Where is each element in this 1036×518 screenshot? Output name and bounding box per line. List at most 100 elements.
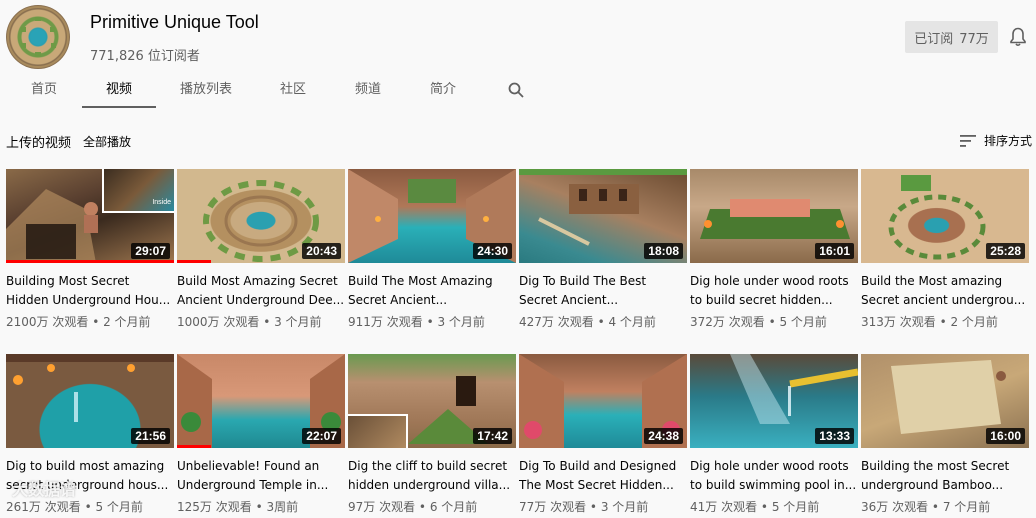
meta-separator: •: [760, 500, 768, 514]
video-age: 5 个月前: [771, 500, 820, 514]
video-thumbnail[interactable]: 25:28: [861, 169, 1029, 263]
watermark: 大数据谱: [12, 480, 77, 499]
video-title[interactable]: Dig To Build The Best Secret Ancient...: [519, 272, 687, 310]
subscriber-count: 771,826 位订阅者: [90, 49, 200, 64]
video-meta: 1000万 次观看 • 3 个月前: [177, 313, 345, 330]
video-age: 2 个月前: [103, 315, 151, 329]
video-title[interactable]: Dig hole under wood roots to build secre…: [690, 272, 858, 310]
sort-label: 排序方式: [984, 134, 1033, 148]
video-title[interactable]: Building Most Secret Hidden Underground …: [6, 272, 174, 310]
video-views: 427万 次观看: [519, 315, 594, 329]
channel-avatar[interactable]: [6, 5, 70, 69]
video-thumbnail[interactable]: Inside 29:07: [6, 169, 174, 263]
video-title[interactable]: Build the Most amazing Secret ancient un…: [861, 272, 1029, 310]
video-card[interactable]: 16:01 Dig hole under wood roots to build…: [690, 169, 858, 330]
bell-icon[interactable]: [1009, 27, 1027, 47]
video-age: 3 个月前: [437, 315, 485, 329]
video-card[interactable]: Inside 29:07 Building Most Secret Hidden…: [6, 169, 174, 330]
meta-separator: •: [426, 315, 434, 329]
video-thumbnail[interactable]: 16:00: [861, 354, 1029, 448]
video-duration: 24:30: [473, 243, 512, 259]
sort-button[interactable]: 排序方式: [960, 132, 1032, 149]
video-duration: 24:38: [644, 428, 683, 444]
uploads-title[interactable]: 上传的视频: [6, 132, 71, 151]
video-duration: 18:08: [644, 243, 683, 259]
video-thumbnail[interactable]: 21:56: [6, 354, 174, 448]
video-card[interactable]: 24:30 Build The Most Amazing Secret Anci…: [348, 169, 516, 330]
video-views: 41万 次观看: [690, 500, 758, 514]
video-age: 5 个月前: [779, 315, 827, 329]
video-meta: 77万 次观看 • 3 个月前: [519, 498, 687, 515]
meta-separator: •: [768, 315, 776, 329]
video-title[interactable]: Build Most Amazing Secret Ancient Underg…: [177, 272, 345, 310]
video-duration: 22:07: [302, 428, 341, 444]
video-card[interactable]: 18:08 Dig To Build The Best Secret Ancie…: [519, 169, 687, 330]
video-meta: 2100万 次观看 • 2 个月前: [6, 313, 174, 330]
video-card[interactable]: 22:07 Unbelievable! Found an Underground…: [177, 354, 345, 515]
meta-separator: •: [931, 500, 939, 514]
video-duration: 21:56: [131, 428, 170, 444]
video-views: 77万 次观看: [519, 500, 587, 514]
video-section: 上传的视频 全部播放 排序方式 Inside 29:07 Building Mo…: [0, 110, 1036, 518]
video-views: 97万 次观看: [348, 500, 416, 514]
video-meta: 41万 次观看 • 5 个月前: [690, 498, 858, 515]
subscribed-button[interactable]: 已订阅 77万: [905, 21, 998, 53]
video-duration: 20:43: [302, 243, 341, 259]
video-views: 372万 次观看: [690, 315, 765, 329]
video-meta: 97万 次观看 • 6 个月前: [348, 498, 516, 515]
video-thumbnail[interactable]: 24:38: [519, 354, 687, 448]
video-thumbnail[interactable]: 24:30: [348, 169, 516, 263]
video-age: 3 个月前: [274, 315, 322, 329]
video-meta: 372万 次观看 • 5 个月前: [690, 313, 858, 330]
tab-playlists[interactable]: 播放列表: [174, 72, 238, 108]
video-duration: 17:42: [473, 428, 512, 444]
meta-separator: •: [589, 500, 597, 514]
channel-header: Primitive Unique Tool 771,826 位订阅者 已订阅 7…: [0, 0, 1036, 110]
video-meta: 36万 次观看 • 7 个月前: [861, 498, 1029, 515]
play-all-button[interactable]: 全部播放: [83, 133, 131, 150]
tab-home[interactable]: 首页: [20, 72, 68, 108]
video-title[interactable]: Build The Most Amazing Secret Ancient...: [348, 272, 516, 310]
video-card[interactable]: 25:28 Build the Most amazing Secret anci…: [861, 169, 1029, 330]
video-views: 36万 次观看: [861, 500, 929, 514]
video-thumbnail[interactable]: 16:01: [690, 169, 858, 263]
search-icon[interactable]: [508, 82, 524, 98]
video-thumbnail[interactable]: 13:33: [690, 354, 858, 448]
video-title[interactable]: Dig the cliff to build secret hidden und…: [348, 457, 516, 495]
video-thumbnail[interactable]: 18:08: [519, 169, 687, 263]
watch-progress-bar: [6, 260, 174, 263]
channel-name[interactable]: Primitive Unique Tool: [90, 12, 259, 33]
meta-separator: •: [939, 315, 947, 329]
watch-progress-bar: [177, 445, 211, 448]
video-card[interactable]: 24:38 Dig To Build and Designed The Most…: [519, 354, 687, 515]
tab-community[interactable]: 社区: [270, 72, 316, 108]
video-card[interactable]: 17:42 Dig the cliff to build secret hidd…: [348, 354, 516, 515]
video-title[interactable]: Unbelievable! Found an Underground Templ…: [177, 457, 345, 495]
video-views: 261万 次观看: [6, 500, 81, 514]
video-title[interactable]: Dig hole under wood roots to build swimm…: [690, 457, 858, 495]
video-age: 6 个月前: [429, 500, 478, 514]
tab-videos[interactable]: 视频: [82, 72, 156, 108]
video-card[interactable]: 16:00 Building the most Secret undergrou…: [861, 354, 1029, 515]
video-views: 125万 次观看: [177, 500, 252, 514]
video-views: 911万 次观看: [348, 315, 423, 329]
video-thumbnail[interactable]: 17:42: [348, 354, 516, 448]
video-duration: 16:00: [986, 428, 1025, 444]
video-duration: 16:01: [815, 243, 854, 259]
video-title[interactable]: Building the most Secret underground Bam…: [861, 457, 1029, 495]
video-title[interactable]: Dig To Build and Designed The Most Secre…: [519, 457, 687, 495]
tab-about[interactable]: 简介: [420, 72, 466, 108]
video-card[interactable]: 13:33 Dig hole under wood roots to build…: [690, 354, 858, 515]
video-duration: 29:07: [131, 243, 170, 259]
sort-icon: [960, 134, 976, 147]
video-thumbnail[interactable]: 22:07: [177, 354, 345, 448]
meta-separator: •: [92, 315, 100, 329]
video-meta: 911万 次观看 • 3 个月前: [348, 313, 516, 330]
tab-channels[interactable]: 频道: [345, 72, 391, 108]
video-views: 313万 次观看: [861, 315, 936, 329]
watch-progress-bar: [177, 260, 211, 263]
thumbnail-inset: [102, 169, 174, 213]
video-card[interactable]: 20:43 Build Most Amazing Secret Ancient …: [177, 169, 345, 330]
video-meta: 313万 次观看 • 2 个月前: [861, 313, 1029, 330]
video-thumbnail[interactable]: 20:43: [177, 169, 345, 263]
